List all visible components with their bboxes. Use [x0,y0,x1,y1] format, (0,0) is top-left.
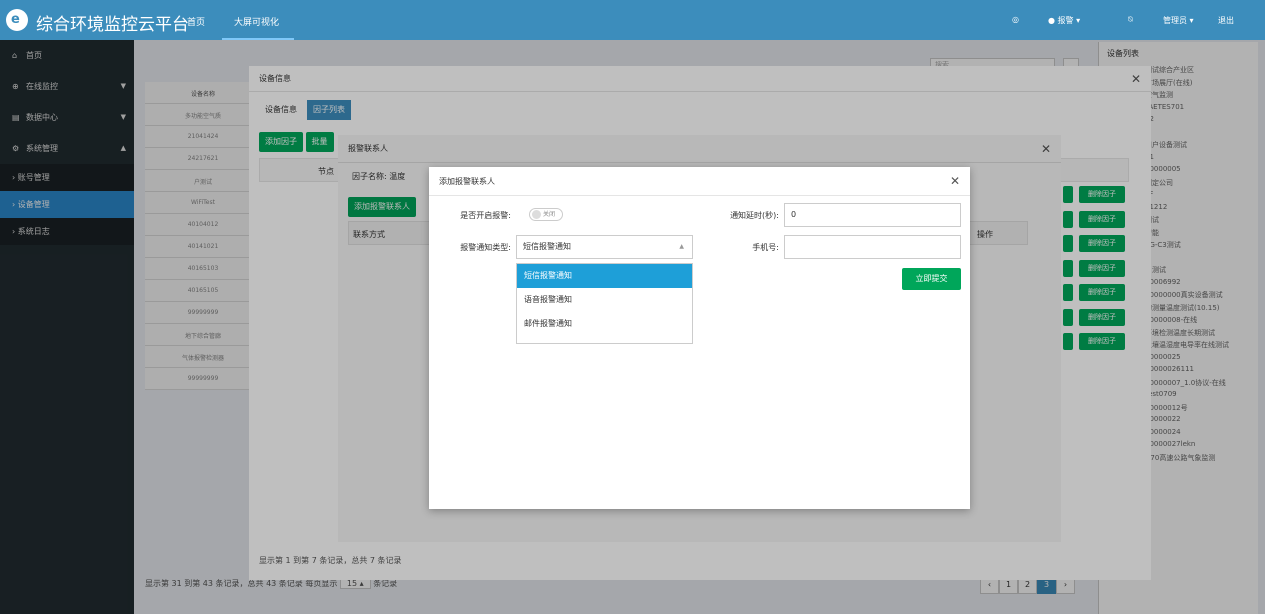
enable-alarm-toggle[interactable]: 关闭 [529,208,563,221]
nav-big-screen[interactable]: 大屏可视化 [234,15,279,28]
phone-label: 手机号: [752,243,779,252]
top-bar: e 综合环境监控云平台 首页 大屏可视化 ◎ ● 报警 ▾ ⍉ 管理员 ▾ 退出 [0,0,1265,40]
delay-input[interactable]: 0 [784,203,961,227]
modal-title: 添加报警联系人 [439,177,495,186]
toggle-text: 关闭 [543,211,556,218]
close-icon[interactable]: ✕ [950,167,960,196]
delay-label: 通知延时(秒): [730,211,779,220]
app-title: 综合环境监控云平台 [36,15,189,35]
toggle-knob [532,210,541,219]
user-menu[interactable]: 管理员 ▾ [1163,15,1194,26]
submit-button[interactable]: 立即提交 [902,268,961,290]
notify-type-label: 报警通知类型: [460,243,511,252]
option-email[interactable]: 邮件报警通知 [517,312,692,336]
palette-icon[interactable]: ◎ [1012,15,1019,24]
chevron-up-icon: ▲ [679,243,684,250]
user-label: 管理员 [1163,16,1187,25]
notify-type-value: 短信报警通知 [523,242,571,251]
alarm-menu[interactable]: ● 报警 ▾ [1048,15,1080,26]
nav-home[interactable]: 首页 [187,15,205,28]
notify-type-dropdown: 短信报警通知 语音报警通知 邮件报警通知 [516,263,693,344]
phone-input[interactable] [784,235,961,259]
mute-icon[interactable]: ⍉ [1128,15,1133,25]
alarm-label: 报警 [1057,16,1074,25]
option-voice[interactable]: 语音报警通知 [517,288,692,312]
option-sms[interactable]: 短信报警通知 [517,264,692,288]
modal-header: 添加报警联系人 ✕ [429,167,970,196]
notify-type-select[interactable]: 短信报警通知 ▲ [516,235,693,259]
logout-link[interactable]: 退出 [1218,15,1234,26]
logo-icon: e [6,9,28,31]
add-alarm-contact-modal: 添加报警联系人 ✕ 是否开启报警: 关闭 报警通知类型: 短信报警通知 ▲ 短信报警… [429,167,970,509]
enable-alarm-label: 是否开启报警: [460,211,511,220]
